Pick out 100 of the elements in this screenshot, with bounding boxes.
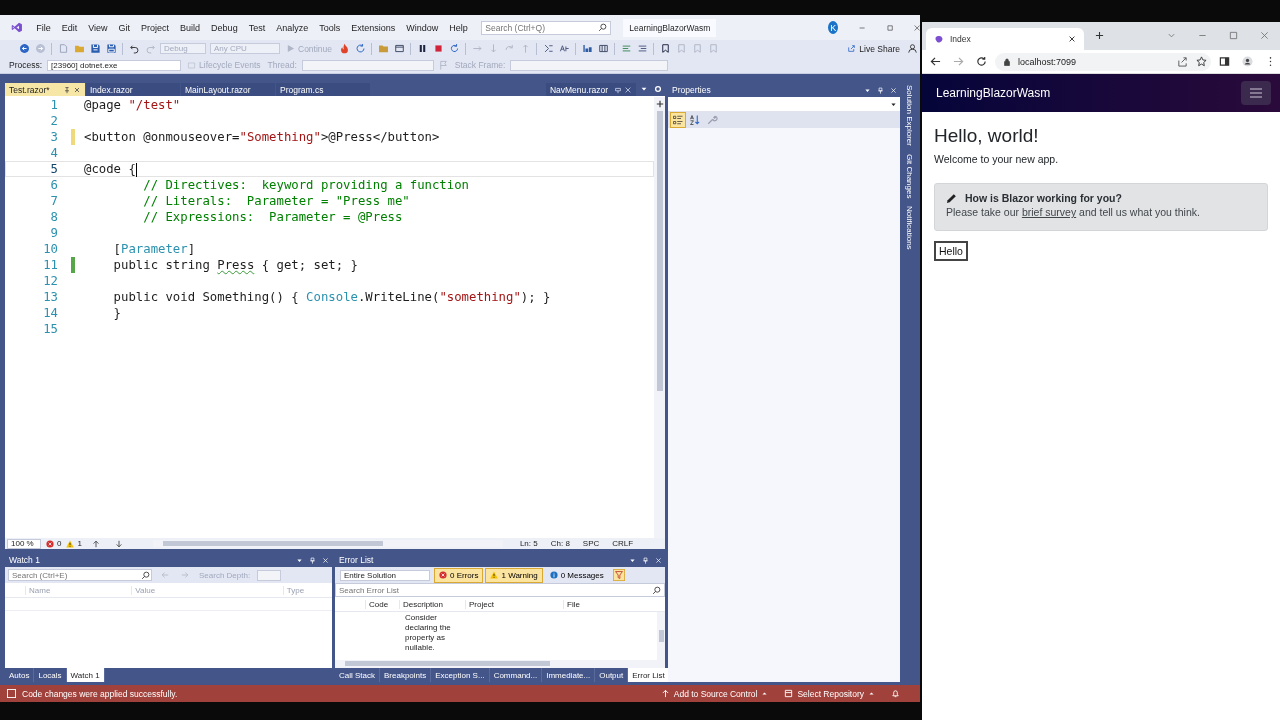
- bell-icon[interactable]: [891, 689, 900, 698]
- comment-icon[interactable]: [620, 43, 632, 54]
- close-icon[interactable]: [1068, 35, 1076, 43]
- share-icon[interactable]: [1177, 56, 1188, 67]
- menu-item[interactable]: File: [30, 22, 57, 33]
- panel-tab[interactable]: Locals: [34, 668, 67, 682]
- stop-icon[interactable]: [432, 43, 444, 54]
- side-tab[interactable]: Notifications: [904, 206, 914, 250]
- flame-icon[interactable]: [338, 43, 350, 54]
- whitespace-indicator[interactable]: SPC: [582, 539, 600, 548]
- panel-tab[interactable]: Call Stack: [335, 668, 380, 682]
- uncomment-icon[interactable]: [636, 43, 648, 54]
- search-field[interactable]: Search Error List: [335, 583, 665, 597]
- panel-tab[interactable]: Autos: [5, 668, 35, 682]
- avatar[interactable]: K: [828, 21, 839, 34]
- window-icon[interactable]: [393, 43, 405, 54]
- bookmark-icon[interactable]: [659, 43, 671, 54]
- menu-button[interactable]: [1241, 81, 1271, 105]
- live-share-button[interactable]: Live Share: [843, 43, 904, 54]
- vertical-scrollbar[interactable]: [657, 612, 665, 660]
- pinned-editor-tab[interactable]: NavMenu.razor: [545, 83, 636, 96]
- search-field[interactable]: Search (Ctrl+Q): [481, 20, 612, 35]
- editor-tab[interactable]: MainLayout.razor: [181, 83, 275, 96]
- pin-icon[interactable]: [614, 85, 622, 94]
- panel-tab[interactable]: Immediate...: [542, 668, 596, 682]
- address-bar[interactable]: localhost:7099: [995, 52, 1211, 71]
- back-icon[interactable]: [930, 56, 941, 67]
- editor-tab[interactable]: Index.razor: [86, 83, 180, 96]
- dropdown-caret-icon[interactable]: [640, 85, 648, 93]
- zoom-dropdown[interactable]: 100 %: [7, 538, 41, 549]
- panel-tab[interactable]: Command...: [489, 668, 543, 682]
- columns-icon[interactable]: [597, 43, 609, 54]
- menu-item[interactable]: Help: [443, 22, 474, 33]
- close-icon[interactable]: [73, 85, 81, 94]
- vertical-scrollbar[interactable]: [654, 97, 665, 538]
- menu-item[interactable]: Edit: [56, 22, 83, 33]
- settings-icon[interactable]: [654, 85, 662, 93]
- menu-item[interactable]: Analyze: [270, 22, 314, 33]
- horizontal-scrollbar[interactable]: [152, 540, 503, 547]
- maximize-icon[interactable]: [1229, 31, 1238, 40]
- dropdown-caret-icon[interactable]: [629, 556, 636, 564]
- down-arrow-icon[interactable]: [114, 539, 123, 548]
- side-tab[interactable]: Solution Explorer: [904, 85, 914, 146]
- up-arrow-icon[interactable]: [91, 539, 100, 548]
- warning-count[interactable]: 1: [66, 539, 82, 548]
- repository-button[interactable]: Select Repository: [784, 688, 875, 699]
- column-header[interactable]: File: [563, 599, 633, 609]
- abc-icon[interactable]: [558, 43, 570, 54]
- menu-item[interactable]: Extensions: [345, 22, 401, 33]
- save-icon[interactable]: [89, 43, 101, 54]
- dropdown-caret-icon[interactable]: [296, 556, 303, 564]
- search-field[interactable]: Search (Ctrl+E): [8, 569, 152, 581]
- menu-item[interactable]: Git: [113, 22, 136, 33]
- column-header[interactable]: Code: [365, 599, 399, 609]
- save-all-icon[interactable]: [105, 43, 117, 54]
- filter-button[interactable]: 1 Warning: [485, 567, 543, 583]
- profile-icon[interactable]: [1242, 56, 1253, 67]
- line-ending-indicator[interactable]: CRLF: [612, 539, 634, 548]
- error-count[interactable]: 0: [46, 539, 62, 548]
- panel-tab[interactable]: Exception S...: [431, 668, 490, 682]
- editor-tab[interactable]: Program.cs: [276, 83, 370, 96]
- menu-item[interactable]: Test: [243, 22, 271, 33]
- menu-item[interactable]: Tools: [313, 22, 346, 33]
- browser-tab[interactable]: Index: [926, 28, 1084, 50]
- menu-item[interactable]: Project: [135, 22, 175, 33]
- column-header[interactable]: Project: [465, 599, 563, 609]
- categorized-icon[interactable]: [671, 113, 685, 127]
- hello-button[interactable]: Hello: [934, 241, 968, 261]
- pin-icon[interactable]: [63, 85, 71, 94]
- menu-item[interactable]: View: [82, 22, 114, 33]
- filter-button[interactable]: 0 Messages: [544, 567, 609, 583]
- column-header[interactable]: Description: [399, 599, 465, 609]
- menu-item[interactable]: Build: [174, 22, 206, 33]
- panel-tab[interactable]: Breakpoints: [380, 668, 432, 682]
- forward-icon[interactable]: [953, 56, 964, 67]
- survey-link[interactable]: brief survey: [1021, 206, 1077, 218]
- sidebar-icon[interactable]: [1219, 56, 1230, 67]
- editor-tab[interactable]: Test.razor*: [5, 83, 85, 96]
- chart-icon[interactable]: [581, 43, 593, 54]
- filter-icon[interactable]: [612, 569, 625, 581]
- refresh-icon[interactable]: [354, 43, 366, 54]
- menu-item[interactable]: Window: [400, 22, 444, 33]
- side-tab[interactable]: Git Changes: [904, 153, 914, 199]
- undo-icon[interactable]: [128, 43, 140, 54]
- panel-tab[interactable]: Error List: [628, 668, 670, 682]
- horizontal-scrollbar[interactable]: [335, 660, 665, 668]
- person-icon[interactable]: [906, 43, 918, 54]
- restart-icon[interactable]: [448, 43, 460, 54]
- hex-icon[interactable]: [542, 43, 554, 54]
- scope-dropdown[interactable]: Entire Solution: [340, 569, 430, 581]
- maximize-icon[interactable]: [886, 23, 893, 32]
- menu-item[interactable]: Debug: [205, 22, 244, 33]
- filter-button[interactable]: 0 Errors: [434, 567, 484, 583]
- process-dropdown[interactable]: [23960] dotnet.exe: [47, 59, 182, 71]
- new-tab-icon[interactable]: [1095, 31, 1104, 40]
- lock-icon[interactable]: [1003, 57, 1011, 66]
- source-control-button[interactable]: Add to Source Control: [660, 688, 769, 699]
- plus-icon[interactable]: [655, 100, 664, 108]
- reload-icon[interactable]: [976, 56, 987, 67]
- sort-icon[interactable]: [688, 113, 702, 127]
